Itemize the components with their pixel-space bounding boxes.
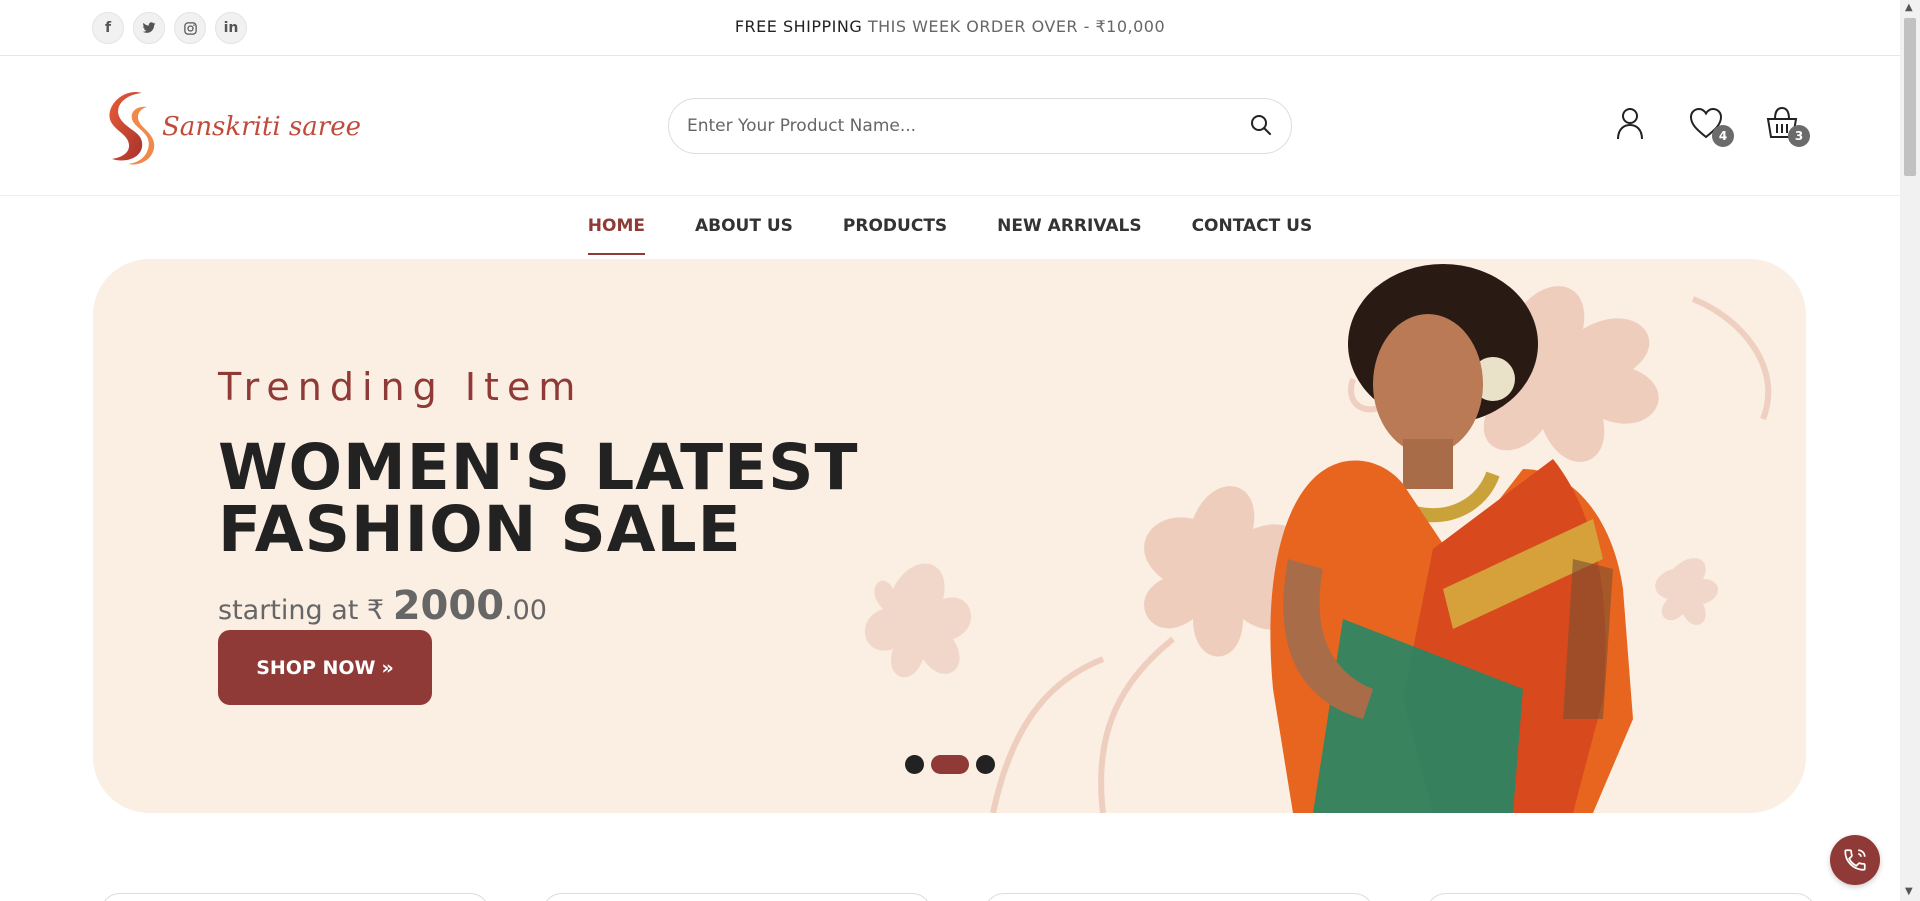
shipping-bold: FREE SHIPPING xyxy=(734,17,863,36)
scroll-up-icon[interactable]: ▲ xyxy=(1905,2,1913,13)
hero-title-line-2: FASHION SALE xyxy=(218,493,742,566)
category-cards xyxy=(100,893,1816,901)
scrollbar-thumb[interactable] xyxy=(1904,18,1916,176)
search-bar xyxy=(668,98,1292,154)
search-input[interactable] xyxy=(687,99,1227,153)
hero-subtitle: Trending Item xyxy=(218,365,584,409)
cart-count-badge: 3 xyxy=(1788,125,1810,147)
category-card[interactable] xyxy=(542,893,932,901)
nav-item-products[interactable]: PRODUCTS xyxy=(843,196,947,260)
wishlist-icon[interactable]: 4 xyxy=(1688,105,1734,147)
hero-banner: Trending Item WOMEN'S LATEST FASHION SAL… xyxy=(93,259,1806,813)
model-image xyxy=(1270,264,1633,813)
page-scrollbar[interactable]: ▲ ▼ xyxy=(1900,0,1920,901)
price-prefix: starting at ₹ xyxy=(218,595,393,626)
category-card[interactable] xyxy=(100,893,490,901)
shop-now-button[interactable]: SHOP NOW » xyxy=(218,630,432,705)
site-header: Sanskriti saree 4 3 xyxy=(0,57,1900,196)
double-chevron-right-icon: » xyxy=(381,656,394,679)
shipping-text: THIS WEEK ORDER OVER - ₹10,000 xyxy=(862,17,1166,36)
phone-icon xyxy=(1844,849,1866,871)
hero-text: Trending Item WOMEN'S LATEST FASHION SAL… xyxy=(218,365,858,629)
hero-title-line-1: WOMEN'S LATEST xyxy=(218,431,859,504)
slide-dot-1[interactable] xyxy=(905,755,924,774)
brand-name: Sanskriti saree xyxy=(162,112,361,142)
nav-item-about-us[interactable]: ABOUT US xyxy=(695,196,793,260)
hero-price: starting at ₹ 2000.00 xyxy=(218,583,858,629)
category-card[interactable] xyxy=(1426,893,1816,901)
slide-dot-2[interactable] xyxy=(931,755,969,774)
hero-title: WOMEN'S LATEST FASHION SALE xyxy=(218,431,859,566)
category-card[interactable] xyxy=(984,893,1374,901)
main-nav: HOME ABOUT US PRODUCTS NEW ARRIVALS CONT… xyxy=(0,196,1900,260)
account-icon[interactable] xyxy=(1612,105,1648,141)
top-bar: f in FREE SHIPPING THIS WEEK ORDER OVER … xyxy=(0,0,1900,56)
nav-item-new-arrivals[interactable]: NEW ARRIVALS xyxy=(997,196,1141,260)
scroll-down-icon[interactable]: ▼ xyxy=(1905,886,1913,897)
cart-icon[interactable]: 3 xyxy=(1764,105,1810,147)
header-actions: 4 3 xyxy=(1612,105,1810,147)
nav-item-contact-us[interactable]: CONTACT US xyxy=(1192,196,1313,260)
price-major: 2000 xyxy=(392,583,505,629)
logo-mark-icon xyxy=(109,91,155,165)
nav-item-home[interactable]: HOME xyxy=(587,196,646,260)
slide-dot-3[interactable] xyxy=(976,755,995,774)
brand-logo[interactable]: Sanskriti saree xyxy=(104,87,361,167)
call-button[interactable] xyxy=(1830,835,1880,885)
wishlist-count-badge: 4 xyxy=(1712,125,1734,147)
slider-pagination xyxy=(905,755,995,774)
shipping-notice: FREE SHIPPING THIS WEEK ORDER OVER - ₹10… xyxy=(0,17,1900,36)
price-minor: .00 xyxy=(504,595,547,626)
search-icon[interactable] xyxy=(1249,113,1275,139)
shop-now-label: SHOP NOW xyxy=(256,656,376,679)
